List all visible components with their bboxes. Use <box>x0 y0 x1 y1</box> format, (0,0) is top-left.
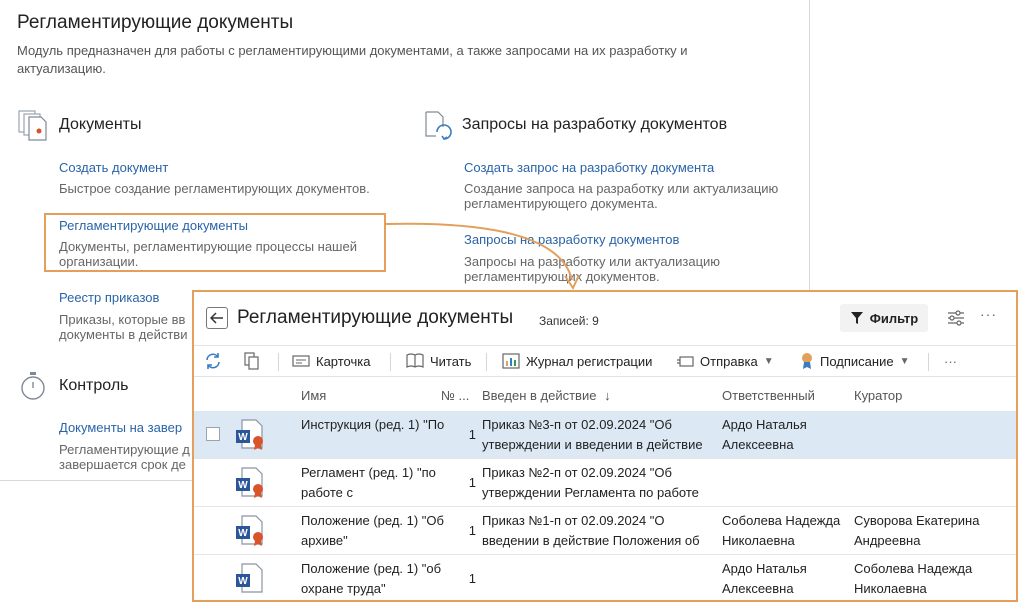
sliders-icon[interactable] <box>946 308 966 328</box>
section-control-header: Контроль <box>17 369 129 403</box>
list-toolbar: Карточка Читать Журнал регистрации Отпра… <box>194 345 1016 377</box>
document-refresh-icon <box>425 111 452 141</box>
column-order[interactable]: Введен в действие ↓ <box>482 388 611 403</box>
signed-word-document-icon: W <box>236 515 263 546</box>
svg-text:W: W <box>238 528 248 539</box>
book-icon <box>406 353 424 368</box>
arrow-left-icon <box>210 312 223 324</box>
row-curator: Соболева Надежда Николаевна <box>854 561 973 596</box>
column-curator[interactable]: Куратор <box>854 388 902 403</box>
row-number: 1 <box>468 475 476 490</box>
section-documents-header: Документы <box>17 108 141 142</box>
module-title: Регламентирующие документы <box>17 12 294 33</box>
row-name: Положение (ред. 1) "Об архиве" <box>301 513 444 548</box>
row-responsible <box>722 463 848 503</box>
row-number: 1 <box>468 571 476 586</box>
send-dropdown[interactable]: Отправка ▼ <box>676 346 774 376</box>
column-name[interactable]: Имя <box>301 388 326 403</box>
section-control-title: Контроль <box>59 377 129 394</box>
row-order: Приказ №3-п от 02.09.2024 "Об утверждени… <box>482 417 703 452</box>
row-number: 1 <box>468 427 476 442</box>
create-request-desc: Создание запроса на разработку или актуа… <box>464 181 779 211</box>
documents-list-window: Регламентирующие документы Записей: 9 Фи… <box>192 290 1018 602</box>
requests-link[interactable]: Запросы на разработку документов <box>464 232 679 247</box>
column-number[interactable]: № ... <box>441 388 469 403</box>
read-button[interactable]: Читать <box>406 346 471 376</box>
table-row[interactable]: W Регламент (ред. 1) "по работе с 1 Прик… <box>194 459 1016 507</box>
copy-icon <box>244 352 259 370</box>
documents-icon <box>18 110 47 141</box>
refresh-icon <box>206 353 220 369</box>
create-request-link[interactable]: Создать запрос на разработку документа <box>464 160 714 175</box>
signed-word-document-icon: W <box>236 467 263 498</box>
svg-text:W: W <box>238 480 248 491</box>
row-name: Инструкция (ред. 1) "По <box>301 417 445 432</box>
read-label: Читать <box>430 353 472 369</box>
stopwatch-icon <box>21 372 45 400</box>
back-button[interactable] <box>206 307 228 329</box>
refresh-button[interactable] <box>204 346 228 376</box>
column-responsible[interactable]: Ответственный <box>722 388 815 403</box>
seal-icon <box>802 353 812 369</box>
sign-dropdown[interactable]: Подписание ▼ <box>800 346 909 376</box>
card-button[interactable]: Карточка <box>292 346 370 376</box>
highlight-callout <box>44 213 386 272</box>
expiring-documents-desc-1: Регламентирующие д <box>59 442 190 457</box>
section-requests-header: Запросы на разработку документов <box>420 108 727 142</box>
filter-label: Фильтр <box>869 310 919 326</box>
create-document-desc: Быстрое создание регламентирующих докуме… <box>59 181 370 196</box>
row-responsible: Ардо Наталья Алексеевна <box>722 417 807 452</box>
row-order: Приказ №2-п от 02.09.2024 "Об утверждени… <box>482 465 699 500</box>
svg-text:W: W <box>238 432 248 443</box>
card-label: Карточка <box>316 353 371 369</box>
row-curator <box>854 415 1004 455</box>
sort-down-icon: ↓ <box>604 388 611 403</box>
word-document-icon: W <box>236 563 263 593</box>
requests-desc: Запросы на разработку или актуализацию р… <box>464 254 721 284</box>
list-title: Регламентирующие документы <box>237 307 514 328</box>
column-order-label: Введен в действие <box>482 388 597 403</box>
section-requests-title: Запросы на разработку документов <box>462 116 728 133</box>
header-more-button[interactable]: ··· <box>980 306 997 322</box>
row-name: Положение (ред. 1) "об охране труда" <box>301 561 442 596</box>
toolbar-more-button[interactable]: ··· <box>944 346 957 376</box>
table-row[interactable]: W Инструкция (ред. 1) "По 1 Приказ №3-п … <box>194 411 1016 459</box>
row-order <box>482 559 718 599</box>
sign-label: Подписание <box>820 353 894 369</box>
send-label: Отправка <box>700 353 758 369</box>
records-count: Записей: 9 <box>539 314 599 328</box>
table-row[interactable]: W Положение (ред. 1) "Об архиве" 1 Прика… <box>194 507 1016 555</box>
row-curator: Суворова Екатерина Андреевна <box>854 513 980 548</box>
journal-label: Журнал регистрации <box>526 353 653 369</box>
expiring-documents-link[interactable]: Документы на завер <box>59 420 182 435</box>
journal-button[interactable]: Журнал регистрации <box>502 346 652 376</box>
row-responsible: Ардо Наталья Алексеевна <box>722 561 807 596</box>
section-documents-title: Документы <box>59 116 142 133</box>
card-icon <box>292 355 310 367</box>
table-row[interactable]: W Положение (ред. 1) "об охране труда" 1… <box>194 555 1016 600</box>
row-name: Регламент (ред. 1) "по работе с <box>301 465 436 500</box>
filter-button[interactable]: Фильтр <box>840 304 928 332</box>
row-checkbox[interactable] <box>206 427 220 441</box>
row-curator <box>854 463 1004 503</box>
module-description: Модуль предназначен для работы с регламе… <box>17 43 688 76</box>
orders-registry-desc-2: документы в действи <box>59 327 188 342</box>
row-number: 1 <box>468 523 476 538</box>
chevron-down-icon: ▼ <box>763 355 774 367</box>
list-header: Регламентирующие документы Записей: 9 Фи… <box>194 292 1016 344</box>
svg-text:W: W <box>238 576 248 587</box>
orders-registry-desc-1: Приказы, которые вв <box>59 312 186 327</box>
signed-word-document-icon: W <box>236 419 263 450</box>
send-icon <box>677 356 694 367</box>
row-order: Приказ №1-п от 02.09.2024 "О введении в … <box>482 513 700 548</box>
copy-button[interactable] <box>244 346 266 376</box>
create-document-link[interactable]: Создать документ <box>59 160 168 175</box>
funnel-icon <box>850 312 863 324</box>
row-responsible: Соболева Надежда Николаевна <box>722 513 841 548</box>
expiring-documents-desc-2: завершается срок де <box>59 457 186 472</box>
orders-registry-link[interactable]: Реестр приказов <box>59 290 159 305</box>
bar-chart-icon <box>502 353 520 369</box>
chevron-down-icon: ▼ <box>899 355 910 367</box>
